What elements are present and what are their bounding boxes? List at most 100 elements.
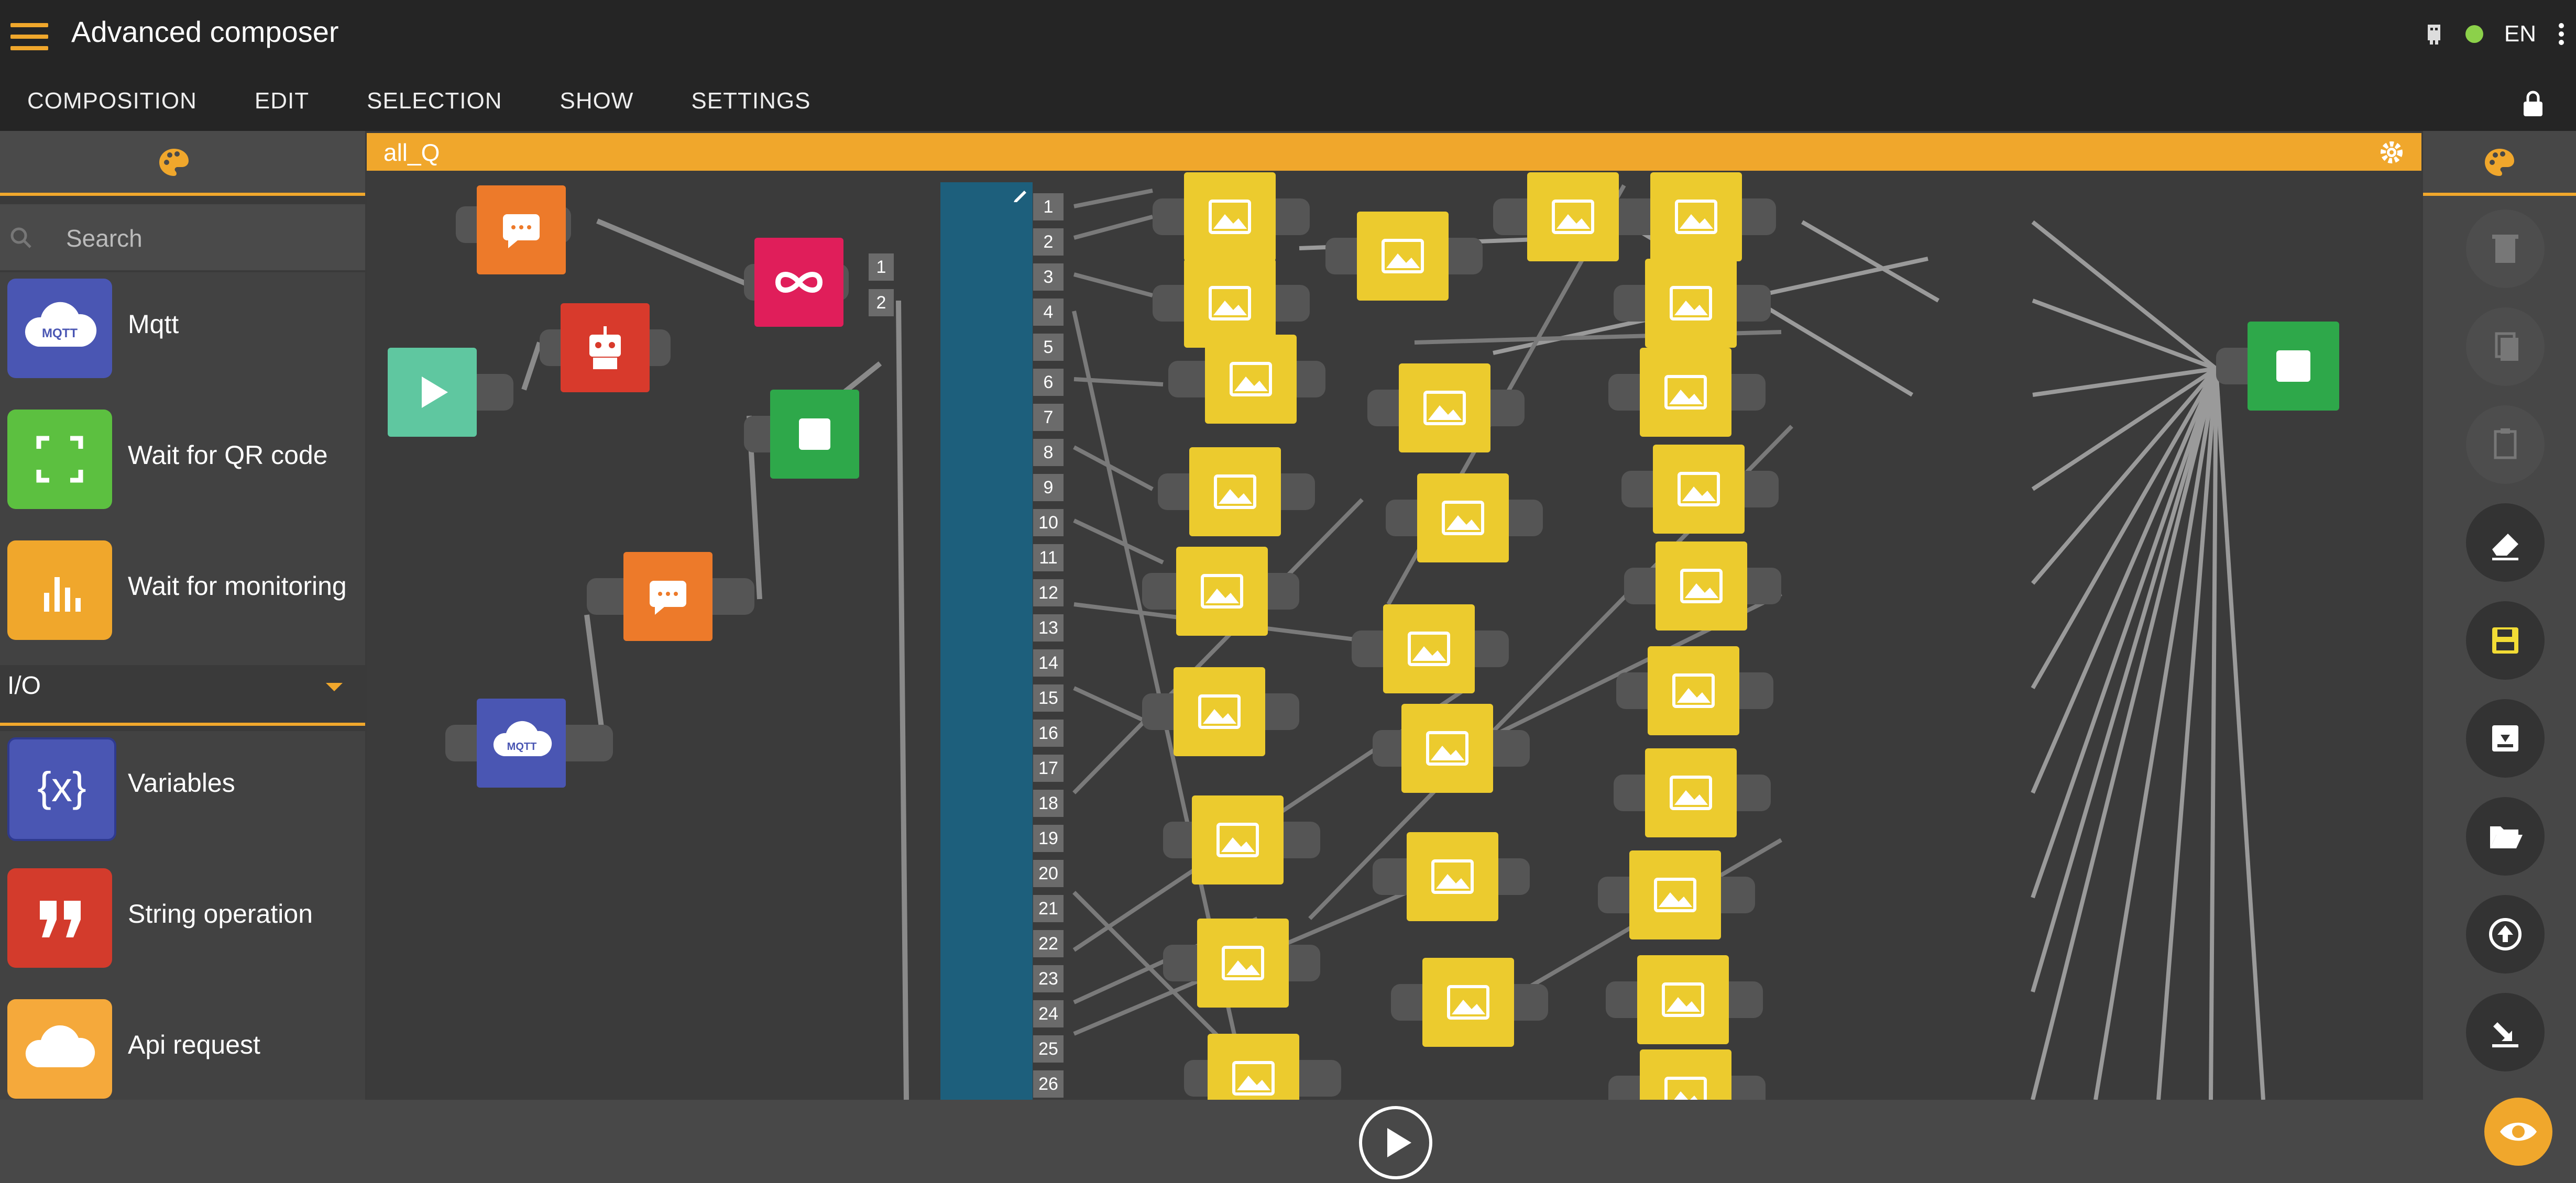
save-button[interactable] xyxy=(2466,601,2545,680)
palette-item-api-request[interactable]: Api request xyxy=(0,993,365,1100)
palette-item-label: Api request xyxy=(128,1030,260,1059)
edit-icon[interactable] xyxy=(1010,184,1031,205)
output-label: 11 xyxy=(1033,544,1064,571)
image-node[interactable] xyxy=(1373,704,1530,793)
image-node[interactable] xyxy=(1614,259,1771,348)
search-placeholder: Search xyxy=(66,225,142,252)
split-node[interactable]: 1 2 xyxy=(744,238,894,327)
image-node[interactable] xyxy=(1616,646,1773,735)
search-input[interactable]: Search xyxy=(0,204,365,270)
image-icon xyxy=(1417,473,1509,562)
composition-canvas[interactable]: all_Q 1 2 MQTT 1 2 3 4 5 6 7 8 9 10 11 1… xyxy=(367,133,2421,1100)
robot-node[interactable] xyxy=(540,303,671,392)
paste-button[interactable] xyxy=(2466,405,2545,484)
clear-button[interactable] xyxy=(2466,503,2545,582)
open-button[interactable] xyxy=(2466,797,2545,876)
image-icon xyxy=(1205,335,1297,424)
image-icon xyxy=(1174,667,1265,756)
image-node[interactable] xyxy=(1158,447,1315,536)
upload-icon xyxy=(2489,918,2522,950)
stop-icon xyxy=(2248,322,2339,411)
image-icon xyxy=(1401,704,1493,793)
save-as-button[interactable] xyxy=(2466,699,2545,778)
delete-button[interactable] xyxy=(2466,209,2545,288)
export-button[interactable] xyxy=(2466,993,2545,1071)
palette-item-wait-monitoring[interactable]: Wait for monitoring xyxy=(0,534,365,665)
palette-icon xyxy=(2485,149,2514,176)
message-node[interactable] xyxy=(456,185,571,274)
menu-composition[interactable]: COMPOSITION xyxy=(27,88,197,114)
menu-selection[interactable]: SELECTION xyxy=(367,88,502,114)
image-node[interactable] xyxy=(1142,547,1299,636)
image-icon xyxy=(1192,795,1284,885)
end-stop-node[interactable] xyxy=(2216,322,2342,411)
image-node[interactable] xyxy=(1608,1049,1766,1100)
output-label: 1 xyxy=(1033,193,1064,220)
hamburger-menu-icon[interactable] xyxy=(10,23,48,50)
menu-settings[interactable]: SETTINGS xyxy=(691,88,810,114)
output-label: 5 xyxy=(1033,334,1064,361)
image-node[interactable] xyxy=(1598,850,1755,939)
palette-item-wait-qr[interactable]: Wait for QR code xyxy=(0,403,365,534)
image-node[interactable] xyxy=(1614,748,1771,837)
palette-item-label: Variables xyxy=(128,768,235,798)
image-node[interactable] xyxy=(1367,363,1525,452)
image-icon xyxy=(1189,447,1281,536)
image-node[interactable] xyxy=(1352,604,1509,693)
start-node[interactable] xyxy=(388,348,513,437)
image-node[interactable] xyxy=(1606,955,1763,1044)
image-icon xyxy=(1399,363,1490,452)
palette-item-label: String operation xyxy=(128,899,313,928)
message-node[interactable] xyxy=(587,552,754,641)
output-label: 22 xyxy=(1033,930,1064,957)
image-node[interactable] xyxy=(1153,172,1310,261)
preview-button[interactable] xyxy=(2484,1098,2552,1166)
chat-bubble-icon xyxy=(477,185,566,274)
palette-tab-right[interactable] xyxy=(2423,131,2576,196)
robot-icon xyxy=(561,303,650,392)
image-icon xyxy=(1527,172,1619,261)
menu-bar: COMPOSITION EDIT SELECTION SHOW SETTINGS xyxy=(0,72,2576,131)
image-icon xyxy=(1197,919,1289,1008)
image-node[interactable] xyxy=(1391,958,1548,1047)
menu-show[interactable]: SHOW xyxy=(560,88,634,114)
image-node[interactable] xyxy=(1168,335,1325,424)
switch-node[interactable] xyxy=(940,182,1033,1100)
category-select[interactable]: I/O xyxy=(0,649,365,726)
image-node[interactable] xyxy=(1624,541,1781,631)
image-node[interactable] xyxy=(1184,1034,1341,1100)
copy-button[interactable] xyxy=(2466,307,2545,386)
output-label: 21 xyxy=(1033,895,1064,922)
language-selector[interactable]: EN xyxy=(2504,21,2536,47)
image-node[interactable] xyxy=(1325,212,1483,301)
output-label: 10 xyxy=(1033,509,1064,536)
output-label: 15 xyxy=(1033,684,1064,712)
image-node[interactable] xyxy=(1608,348,1766,437)
palette-item-mqtt[interactable]: MQTT Mqtt xyxy=(0,272,365,403)
image-node[interactable] xyxy=(1619,172,1776,261)
image-node[interactable] xyxy=(1163,795,1320,885)
output-label: 2 xyxy=(1033,228,1064,256)
chat-bubble-icon xyxy=(623,552,712,641)
run-button[interactable] xyxy=(1359,1106,1432,1179)
lock-icon[interactable] xyxy=(2522,90,2545,117)
palette-item-variables[interactable]: {x} Variables xyxy=(0,731,365,862)
stop-node[interactable] xyxy=(744,390,864,479)
right-toolbar xyxy=(2423,131,2576,1100)
image-node[interactable] xyxy=(1621,445,1779,534)
menu-edit[interactable]: EDIT xyxy=(255,88,309,114)
image-icon xyxy=(1653,445,1745,534)
svg-text:MQTT: MQTT xyxy=(507,741,537,753)
svg-text:{x}: {x} xyxy=(37,764,86,810)
image-node[interactable] xyxy=(1163,919,1320,1008)
palette-item-string-operation[interactable]: String operation xyxy=(0,862,365,993)
image-node[interactable] xyxy=(1142,667,1299,756)
image-node[interactable] xyxy=(1386,473,1543,562)
more-vert-icon[interactable] xyxy=(2557,21,2566,47)
footer-bar xyxy=(0,1100,2576,1183)
play-icon xyxy=(1387,1128,1411,1157)
mqtt-node[interactable]: MQTT xyxy=(445,699,613,788)
image-node[interactable] xyxy=(1373,832,1530,921)
upload-button[interactable] xyxy=(2466,895,2545,974)
palette-tab[interactable] xyxy=(0,131,365,196)
